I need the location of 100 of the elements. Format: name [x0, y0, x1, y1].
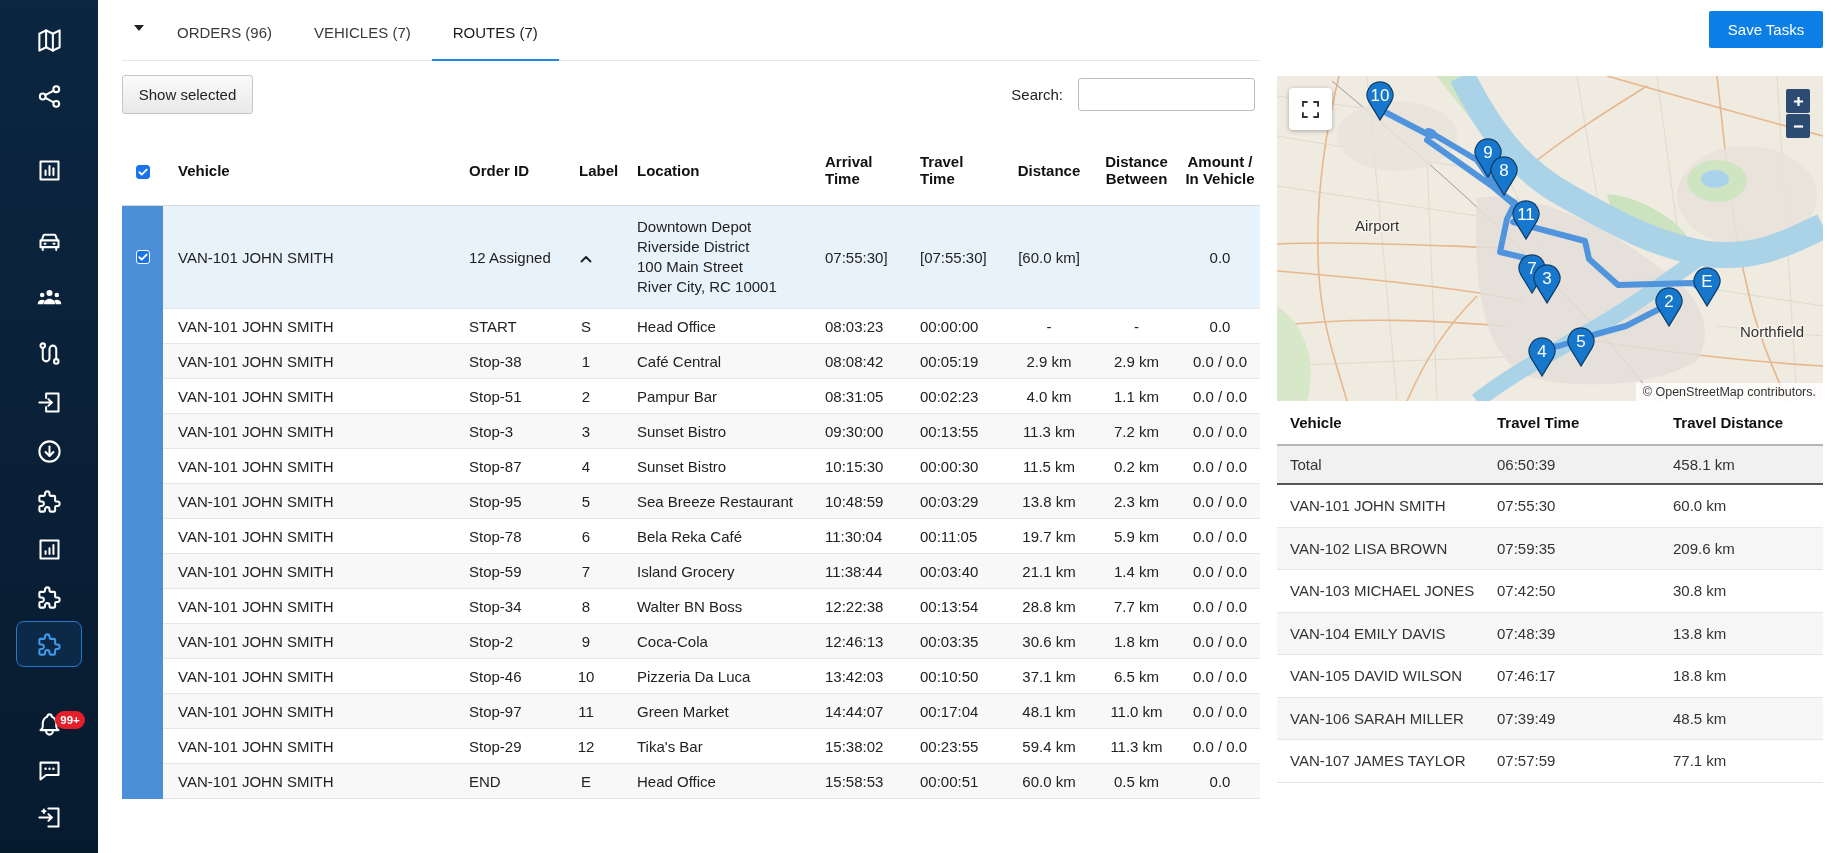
table-cell: -: [1093, 308, 1180, 344]
table-cell: 00:03:29: [910, 483, 1005, 519]
column-header: Distance Between: [1093, 135, 1180, 206]
table-cell: 13.8 km: [1660, 612, 1823, 655]
table-cell: Tika's Bar: [627, 728, 815, 764]
table-cell: 11:30:04: [815, 518, 910, 554]
map-marker[interactable]: 8: [1490, 156, 1518, 196]
table-cell: 1: [569, 343, 627, 379]
tab[interactable]: VEHICLES (7): [293, 0, 432, 61]
table-cell: VAN-101 JOHN SMITH: [163, 693, 459, 729]
search-field[interactable]: [1078, 78, 1255, 111]
table-cell: 0.0 / 0.0: [1180, 378, 1260, 414]
table-cell: VAN-102 LISA BROWN: [1277, 527, 1484, 570]
table-cell: 00:05:19: [910, 343, 1005, 379]
table-cell: 2.9 km: [1093, 343, 1180, 379]
table-cell: 0.0 / 0.0: [1180, 448, 1260, 484]
table-cell: S: [569, 308, 627, 344]
chevron-up-icon[interactable]: [580, 254, 592, 263]
table-cell: 15:38:02: [815, 728, 910, 764]
table-cell: 00:00:51: [910, 763, 1005, 799]
address-cell: Downtown Depot Riverside District 100 Main Street River City, RC 10001: [627, 205, 815, 309]
table-cell: 00:03:40: [910, 553, 1005, 589]
table-cell: E: [569, 763, 627, 799]
table-cell: 0.0 / 0.0: [1180, 623, 1260, 659]
table-cell: VAN-106 SARAH MILLER: [1277, 697, 1484, 740]
table-cell: 00:00:00: [910, 308, 1005, 344]
map-marker[interactable]: 4: [1528, 337, 1556, 377]
table-cell: Island Grocery: [627, 553, 815, 589]
table-cell: 6: [569, 518, 627, 554]
table-cell: 30.6 km: [1005, 623, 1093, 659]
table-cell: 12: [569, 728, 627, 764]
zoom-out-button[interactable]: [1786, 114, 1810, 138]
column-header: Location: [627, 135, 815, 206]
table-cell: Stop-78: [459, 518, 569, 554]
tab[interactable]: ROUTES (7): [431, 0, 559, 61]
table-cell: 00:13:55: [910, 413, 1005, 449]
fullscreen-button[interactable]: [1289, 88, 1332, 130]
map-marker[interactable]: 2: [1655, 287, 1683, 327]
table-cell: [07:55:30]: [910, 205, 1005, 309]
select-all-checkbox[interactable]: [135, 164, 150, 179]
table-cell: 07:46:17: [1484, 654, 1660, 697]
place-label: Airport: [1355, 217, 1400, 234]
table-cell: 7.7 km: [1093, 588, 1180, 624]
table-cell: 2.3 km: [1093, 483, 1180, 519]
table-cell: START: [459, 308, 569, 344]
table-cell: Green Market: [627, 693, 815, 729]
column-header: Distance: [1005, 135, 1093, 206]
map-marker[interactable]: 11: [1512, 200, 1540, 240]
table-cell: Stop-51: [459, 378, 569, 414]
sidebar-button[interactable]: 99+: [16, 701, 82, 747]
zoom-in-button[interactable]: [1786, 89, 1810, 113]
table-cell: Sea Breeze Restaurant: [627, 483, 815, 519]
table-cell: VAN-101 JOHN SMITH: [163, 343, 459, 379]
table-cell: END: [459, 763, 569, 799]
table-cell: VAN-101 JOHN SMITH: [163, 728, 459, 764]
table-cell: [60.0 km]: [1005, 205, 1093, 309]
table-cell: VAN-105 DAVID WILSON: [1277, 654, 1484, 697]
table-cell: 10: [569, 658, 627, 694]
table-cell: 9: [569, 623, 627, 659]
table-cell: VAN-104 EMILY DAVIS: [1277, 612, 1484, 655]
table-cell: VAN-101 JOHN SMITH: [163, 378, 459, 414]
table-cell: 0.0: [1180, 763, 1260, 799]
puzzle-icon: [35, 583, 63, 611]
table-cell: 13:42:03: [815, 658, 910, 694]
show-selected-button[interactable]: Show selected: [122, 75, 253, 114]
table-cell: Stop-38: [459, 343, 569, 379]
table-cell: 7.2 km: [1093, 413, 1180, 449]
group-checkbox[interactable]: [135, 250, 150, 265]
table-cell: 00:17:04: [910, 693, 1005, 729]
table-cell: 0.2 km: [1093, 448, 1180, 484]
save-tasks-button[interactable]: Save Tasks: [1709, 11, 1823, 48]
table-cell: Stop-2: [459, 623, 569, 659]
table-cell: 0.0: [1180, 205, 1260, 309]
table-cell: 18.8 km: [1660, 654, 1823, 697]
table-cell: 1.8 km: [1093, 623, 1180, 659]
map-attribution: © OpenStreetMap contributors.: [1635, 383, 1823, 401]
table-cell: VAN-101 JOHN SMITH: [163, 623, 459, 659]
map-marker[interactable]: E: [1693, 267, 1721, 307]
table-cell: Sunset Bistro: [627, 448, 815, 484]
map-marker[interactable]: 10: [1366, 81, 1394, 121]
table-cell: Head Office: [627, 308, 815, 344]
tab[interactable]: ORDERS (96): [156, 0, 294, 61]
map-marker[interactable]: 5: [1567, 327, 1595, 367]
table-cell: Total: [1277, 445, 1484, 484]
table-cell: 1.4 km: [1093, 553, 1180, 589]
table-cell: Café Central: [627, 343, 815, 379]
table-cell: 0.0 / 0.0: [1180, 588, 1260, 624]
table-cell: 209.6 km: [1660, 527, 1823, 570]
table-cell: Bela Reka Café: [627, 518, 815, 554]
column-header: Travel Time: [910, 135, 1005, 206]
table-cell: 77.1 km: [1660, 739, 1823, 782]
table-cell: VAN-101 JOHN SMITH: [163, 308, 459, 344]
table-cell: 60.0 km: [1660, 484, 1823, 527]
lake: [1701, 170, 1729, 188]
caret-down-icon[interactable]: [134, 25, 144, 31]
table-cell: VAN-101 JOHN SMITH: [163, 763, 459, 799]
map-icon: [35, 26, 63, 54]
table-cell: 06:50:39: [1484, 445, 1660, 484]
table-cell: Sunset Bistro: [627, 413, 815, 449]
table-cell: 07:59:35: [1484, 527, 1660, 570]
